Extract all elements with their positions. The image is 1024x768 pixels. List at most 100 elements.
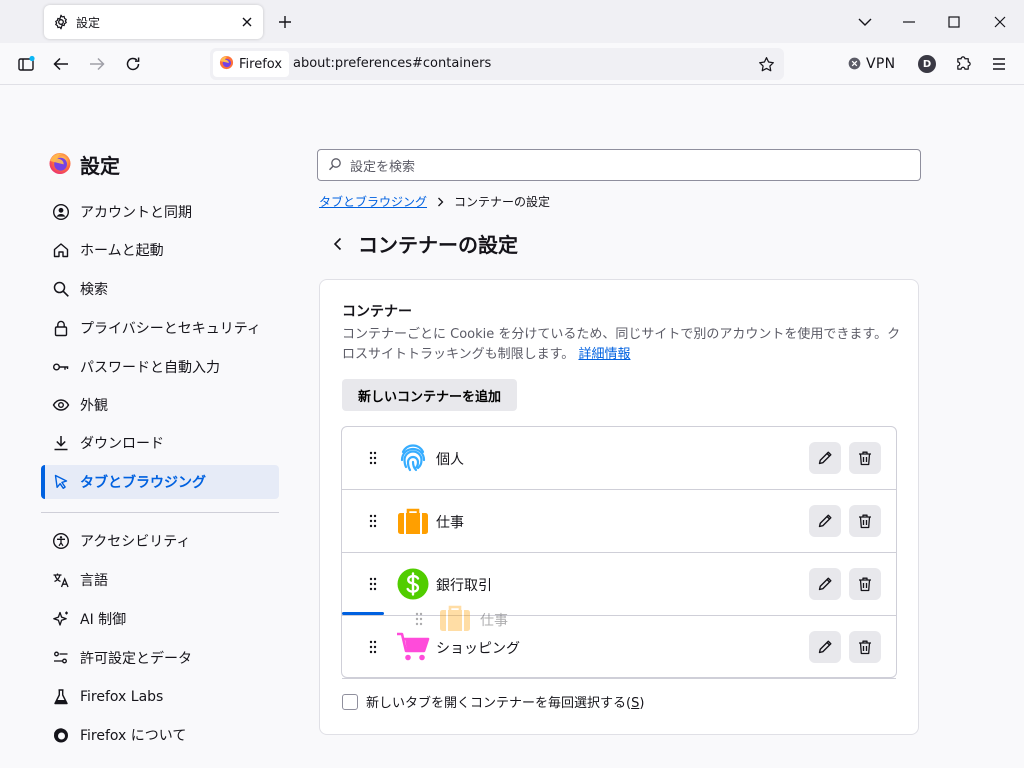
drag-handle-icon[interactable] xyxy=(366,575,380,593)
container-list: 個人 仕事 銀行取引 ショッピング 仕事 xyxy=(341,426,897,679)
sidebar-divider xyxy=(41,512,279,513)
sidebar-item-home[interactable]: ホームと起動 xyxy=(41,233,279,267)
bookmark-star-icon[interactable] xyxy=(754,52,778,76)
translate-icon xyxy=(51,570,71,590)
url-text[interactable]: about:preferences#containers xyxy=(293,56,491,71)
container-row-shopping: ショッピング xyxy=(342,616,896,679)
account-avatar[interactable]: D xyxy=(918,55,936,73)
container-name: 仕事 xyxy=(436,515,464,531)
settings-search-field[interactable]: 設定を検索 xyxy=(317,149,921,181)
tab-list-button[interactable] xyxy=(842,0,888,43)
sidebar-item-label: タブとブラウジング xyxy=(80,475,206,491)
drag-handle-icon[interactable] xyxy=(366,638,380,656)
drag-handle-icon[interactable] xyxy=(366,449,380,467)
sidebar-item-accessibility[interactable]: アクセシビリティ xyxy=(41,524,279,558)
sidebar-item-label: 言語 xyxy=(80,573,108,589)
delete-button[interactable] xyxy=(849,568,881,600)
identity-box[interactable]: Firefox xyxy=(213,51,289,77)
sidebar-item-label: ホームと起動 xyxy=(80,243,164,259)
forward-button[interactable] xyxy=(83,50,111,78)
navigation-toolbar: Firefox about:preferences#containers VPN… xyxy=(0,43,1024,85)
sidebar-item-label: プライバシーとセキュリティ xyxy=(80,321,261,337)
sidebar-item-permissions-data[interactable]: 許可設定とデータ xyxy=(41,641,279,675)
settings-title: 設定 xyxy=(80,154,120,178)
sidebar-item-label: 外観 xyxy=(80,398,108,414)
container-row-banking: 銀行取引 xyxy=(342,553,896,616)
settings-header: 設定 xyxy=(48,150,120,179)
sidebar-item-downloads[interactable]: ダウンロード xyxy=(41,426,279,460)
always-ask-container-option[interactable]: 新しいタブを開くコンテナーを毎回選択する(S) xyxy=(342,692,644,711)
sidebar-item-ai-controls[interactable]: AI 制御 xyxy=(41,602,279,636)
minimize-button[interactable] xyxy=(886,0,932,43)
container-row-work: 仕事 xyxy=(342,490,896,553)
key-icon xyxy=(51,357,71,377)
containers-heading: コンテナー xyxy=(342,304,412,320)
account-icon xyxy=(51,202,71,222)
sidebar-item-label: 許可設定とデータ xyxy=(80,651,192,667)
sidebar-item-privacy[interactable]: プライバシーとセキュリティ xyxy=(41,311,279,345)
search-placeholder: 設定を検索 xyxy=(350,159,416,175)
container-name: 銀行取引 xyxy=(436,578,492,594)
sidebar-item-firefox-labs[interactable]: Firefox Labs xyxy=(41,680,279,714)
edit-button[interactable] xyxy=(809,631,841,663)
fingerprint-icon xyxy=(396,441,430,475)
sidebar-item-about-firefox[interactable]: Firefox について xyxy=(41,718,279,752)
close-tab-icon[interactable] xyxy=(237,12,257,32)
firefox-logo-icon xyxy=(219,55,234,74)
search-icon xyxy=(328,156,342,175)
sidebar-item-label: Firefox Labs xyxy=(80,689,164,705)
flask-icon xyxy=(51,687,71,707)
drag-handle-icon[interactable] xyxy=(366,512,380,530)
back-arrow-button[interactable] xyxy=(326,232,348,256)
add-container-button[interactable]: 新しいコンテナーを追加 xyxy=(342,379,518,411)
chevron-right-icon xyxy=(437,197,444,207)
search-icon xyxy=(51,279,71,299)
gear-icon xyxy=(52,13,70,31)
back-button[interactable] xyxy=(47,50,75,78)
containers-description: コンテナーごとに Cookie を分けているため、同じサイトで別のアカウントを使… xyxy=(342,325,902,365)
identity-label: Firefox xyxy=(239,56,283,72)
container-row-personal: 個人 xyxy=(342,427,896,490)
learn-more-link[interactable]: 詳細情報 xyxy=(578,347,630,362)
drop-indicator xyxy=(342,612,384,615)
home-icon xyxy=(51,240,71,260)
edit-button[interactable] xyxy=(809,505,841,537)
sidebar-item-label: ダウンロード xyxy=(80,436,164,452)
always-ask-checkbox[interactable] xyxy=(342,693,358,710)
sidebar-item-appearance[interactable]: 外観 xyxy=(41,388,279,422)
maximize-button[interactable] xyxy=(931,0,977,43)
close-window-button[interactable] xyxy=(977,0,1023,43)
breadcrumb-current: コンテナーの設定 xyxy=(454,195,551,209)
sidebar-item-label: AI 制御 xyxy=(80,612,127,628)
edit-button[interactable] xyxy=(809,568,841,600)
sidebar-item-label: 検索 xyxy=(80,282,108,298)
delete-button[interactable] xyxy=(849,442,881,474)
delete-button[interactable] xyxy=(849,505,881,537)
puzzle-icon xyxy=(955,54,972,75)
sidebar-toggle-button[interactable] xyxy=(12,50,40,78)
page-header: コンテナーの設定 xyxy=(326,229,518,258)
containers-card: コンテナー コンテナーごとに Cookie を分けているため、同じサイトで別のア… xyxy=(319,279,919,735)
url-bar[interactable]: Firefox about:preferences#containers xyxy=(210,48,784,80)
sidebar-item-label: アクセシビリティ xyxy=(80,534,191,550)
tab-settings[interactable]: 設定 xyxy=(44,5,263,39)
extensions-button[interactable] xyxy=(949,50,977,78)
tab-strip: 設定 xyxy=(0,0,1024,43)
new-tab-button[interactable] xyxy=(274,11,296,33)
sidebar-item-account-sync[interactable]: アカウントと同期 xyxy=(41,195,279,229)
cursor-icon xyxy=(51,472,71,492)
app-menu-button[interactable] xyxy=(985,50,1013,78)
vpn-button[interactable]: VPN xyxy=(848,54,895,74)
breadcrumb-link-tabs-browsing[interactable]: タブとブラウジング xyxy=(319,193,427,210)
hamburger-menu-icon xyxy=(992,55,1006,74)
sidebar-item-label: パスワードと自動入力 xyxy=(80,360,220,376)
sidebar-item-tabs-browsing[interactable]: タブとブラウジング xyxy=(41,465,279,499)
firefox-logo-icon xyxy=(51,725,71,745)
vpn-off-icon xyxy=(848,55,861,74)
sidebar-item-search[interactable]: 検索 xyxy=(41,272,279,306)
reload-button[interactable] xyxy=(119,50,147,78)
sidebar-item-passwords[interactable]: パスワードと自動入力 xyxy=(41,350,279,384)
edit-button[interactable] xyxy=(809,442,841,474)
sidebar-item-language[interactable]: 言語 xyxy=(41,563,279,597)
delete-button[interactable] xyxy=(849,631,881,663)
